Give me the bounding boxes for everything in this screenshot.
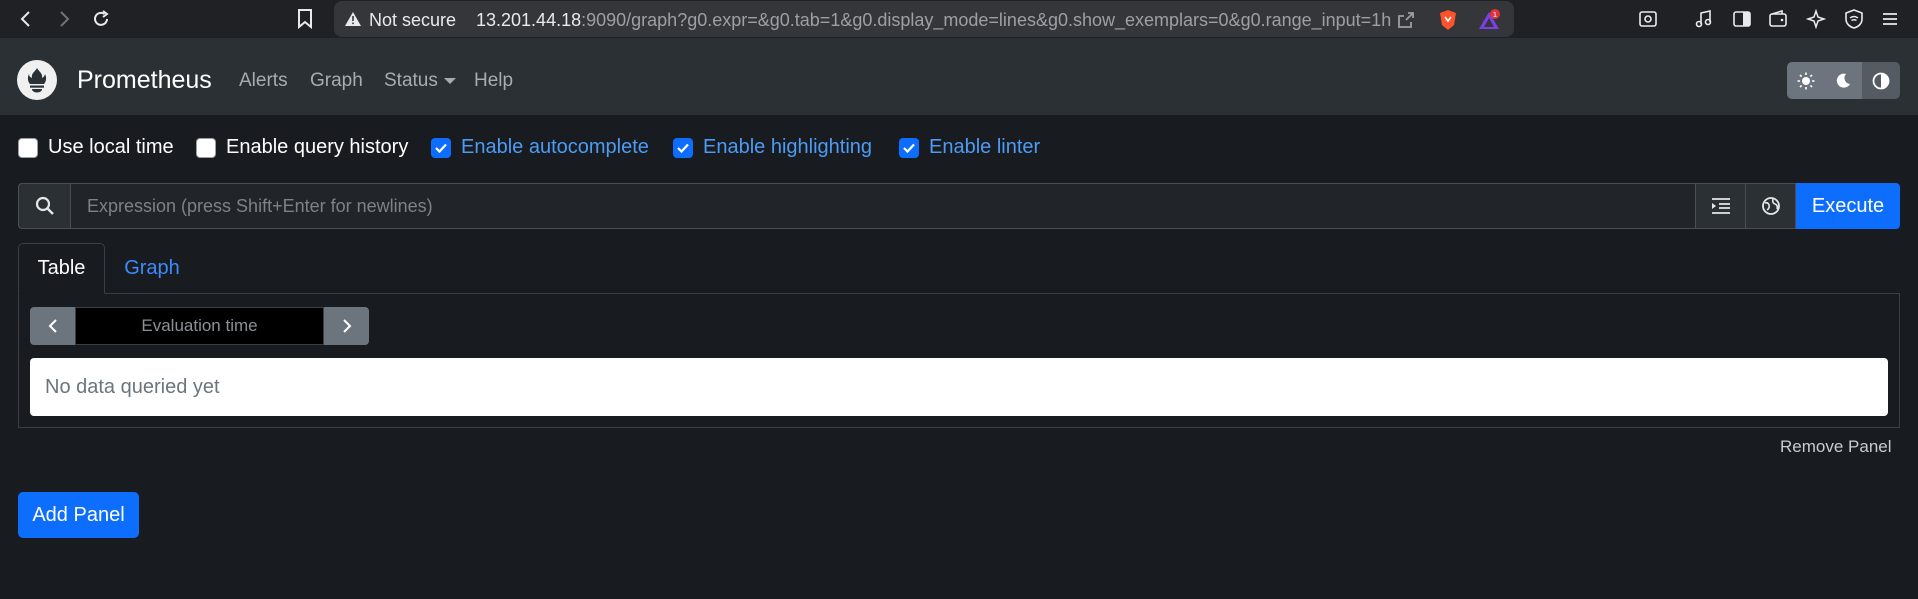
indent-icon — [1711, 198, 1730, 214]
moon-icon — [1837, 73, 1851, 88]
enable-linter-option[interactable]: Enable linter — [899, 136, 1040, 159]
enable-query-history-checkbox[interactable] — [196, 137, 216, 158]
url-path: :9090/graph?g0.expr=&g0.tab=1&g0.display… — [581, 10, 1392, 30]
enable-highlighting-label: Enable highlighting — [703, 136, 873, 158]
chevron-down-icon — [443, 77, 456, 84]
evaluation-time-input[interactable] — [75, 307, 324, 345]
nav-help[interactable]: Help — [474, 70, 513, 92]
back-icon[interactable] — [14, 7, 38, 31]
wallet-icon[interactable] — [1766, 7, 1790, 31]
globe-icon — [1761, 197, 1780, 215]
enable-linter-checkbox[interactable] — [899, 137, 919, 158]
app-navbar — [0, 38, 1918, 115]
search-icon — [18, 183, 70, 229]
use-local-time-label: Use local time — [48, 136, 174, 158]
dark-theme-button[interactable] — [1824, 62, 1863, 99]
enable-highlighting-option[interactable]: Enable highlighting — [673, 136, 872, 159]
leo-ai-icon[interactable] — [1804, 7, 1828, 31]
add-panel-button[interactable]: Add Panel — [18, 492, 139, 538]
enable-highlighting-checkbox[interactable] — [673, 137, 693, 158]
enable-autocomplete-label: Enable autocomplete — [461, 136, 649, 158]
url-host: 13.201.44.18 — [476, 10, 582, 30]
nav-alerts[interactable]: Alerts — [239, 70, 288, 92]
nav-graph[interactable]: Graph — [310, 70, 363, 92]
checkmark-icon — [677, 143, 689, 153]
light-theme-button[interactable] — [1787, 62, 1825, 99]
expression-row: Execute — [18, 183, 1900, 229]
prev-time-button[interactable] — [30, 307, 75, 345]
brave-shield-icon[interactable] — [1436, 8, 1460, 32]
nav-status-label: Status — [384, 70, 438, 91]
reload-icon[interactable] — [89, 7, 113, 31]
use-local-time-checkbox[interactable] — [18, 137, 38, 158]
not-secure-label[interactable]: Not secure — [369, 10, 456, 31]
url-text[interactable]: 13.201.44.18:9090/graph?g0.expr=&g0.tab=… — [476, 10, 1391, 31]
checkmark-icon — [903, 143, 915, 153]
enable-autocomplete-option[interactable]: Enable autocomplete — [431, 136, 649, 159]
enable-query-history-option[interactable]: Enable query history — [196, 136, 408, 159]
checkmark-icon — [435, 143, 447, 153]
expression-input[interactable] — [70, 183, 1696, 229]
nav-status-dropdown[interactable]: Status — [384, 70, 456, 92]
sidebar-icon[interactable] — [1730, 7, 1754, 31]
media-icon[interactable] — [1692, 7, 1716, 31]
contrast-icon — [1872, 72, 1890, 89]
share-icon[interactable] — [1394, 8, 1418, 32]
prometheus-logo-icon[interactable] — [17, 60, 57, 100]
sun-icon — [1797, 72, 1815, 89]
menu-icon[interactable] — [1878, 7, 1902, 31]
format-expression-button[interactable] — [1696, 183, 1746, 229]
theme-switcher — [1787, 62, 1900, 99]
bookmark-icon[interactable] — [293, 7, 317, 31]
evaluation-time-picker — [30, 307, 369, 345]
enable-autocomplete-checkbox[interactable] — [431, 137, 451, 158]
use-local-time-option[interactable]: Use local time — [18, 136, 174, 159]
screenshot-icon[interactable] — [1636, 7, 1660, 31]
no-data-message: No data queried yet — [30, 358, 1888, 416]
next-time-button[interactable] — [324, 307, 369, 345]
tab-graph[interactable]: Graph — [112, 243, 192, 294]
address-bar[interactable]: Not secure 13.201.44.18:9090/graph?g0.ex… — [334, 1, 1514, 37]
auto-theme-button[interactable] — [1862, 62, 1900, 99]
rewards-icon[interactable]: 1 — [1477, 8, 1501, 32]
metrics-explorer-button[interactable] — [1746, 183, 1796, 229]
remove-panel-link[interactable]: Remove Panel — [1780, 437, 1892, 457]
chevron-left-icon — [48, 319, 57, 333]
browser-toolbar: Not secure 13.201.44.18:9090/graph?g0.ex… — [0, 0, 1918, 38]
rewards-badge: 1 — [1493, 11, 1497, 19]
execute-button[interactable]: Execute — [1796, 183, 1900, 229]
vpn-icon[interactable] — [1842, 7, 1866, 31]
tab-table[interactable]: Table — [18, 243, 105, 294]
chevron-right-icon — [342, 319, 351, 333]
brand-title[interactable]: Prometheus — [77, 66, 212, 95]
forward-icon[interactable] — [52, 7, 76, 31]
warning-icon — [344, 11, 362, 32]
enable-linter-label: Enable linter — [929, 136, 1041, 158]
enable-query-history-label: Enable query history — [226, 136, 409, 158]
